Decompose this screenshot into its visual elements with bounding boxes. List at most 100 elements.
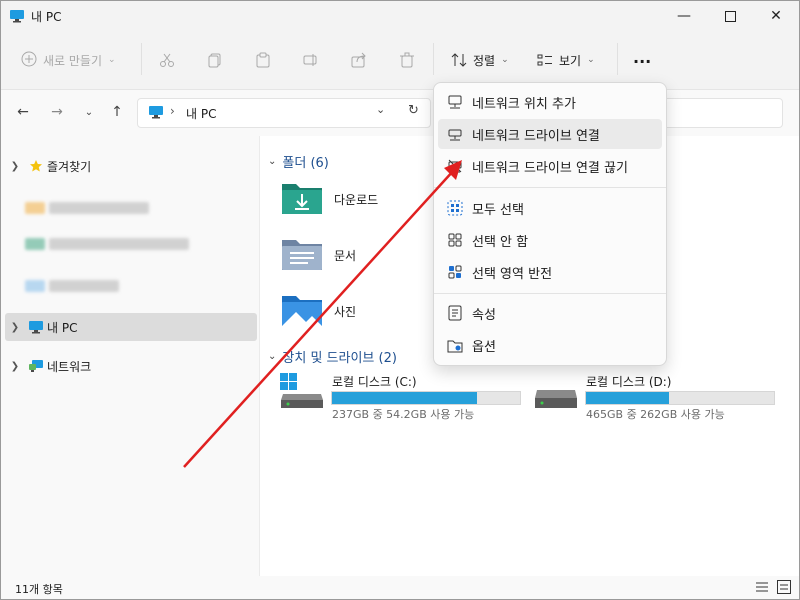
breadcrumb-this-pc[interactable]: 내 PC: [186, 105, 216, 122]
maximize-button[interactable]: [707, 1, 753, 31]
menu-item-add-network-location[interactable]: 네트워크 위치 추가: [438, 87, 662, 117]
new-button[interactable]: 새로 만들기 ⌄: [21, 47, 116, 73]
arrow-up-icon: ↑: [111, 104, 123, 120]
menu-item-label: 옵션: [472, 339, 496, 355]
this-pc-icon: [148, 105, 164, 122]
disconnect-network-drive-icon: [438, 158, 472, 174]
menu-separator: [434, 187, 666, 188]
menu-item-options[interactable]: 옵션: [438, 330, 662, 360]
minimize-button[interactable]: —: [661, 1, 707, 31]
arrow-right-icon: →: [51, 104, 63, 120]
forward-button[interactable]: →: [47, 102, 67, 122]
view-label: 보기: [559, 53, 582, 68]
address-history-chevron-icon[interactable]: ⌄: [376, 103, 385, 116]
more-options-button[interactable]: ...: [633, 44, 651, 70]
close-icon: ✕: [770, 8, 782, 24]
folder-item[interactable]: 다운로드: [280, 177, 440, 221]
command-bar: 새로 만들기 ⌄ 정렬 ⌄ 보기 ⌄ ...: [1, 31, 799, 90]
drive-name: 로컬 디스크 (C:): [332, 375, 417, 389]
trash-icon: [400, 52, 414, 68]
menu-item-label: 선택 안 함: [472, 234, 529, 250]
tiles-view-icon[interactable]: [777, 580, 791, 597]
up-button[interactable]: ↑: [107, 102, 127, 122]
properties-icon: [438, 305, 472, 321]
blurred-icon: [25, 238, 45, 250]
drive-usage-text: 465GB 중 262GB 사용 가능: [586, 408, 725, 421]
menu-item-label: 네트워크 드라이브 연결 끊기: [472, 160, 628, 176]
chevron-down-icon: ⌄: [268, 351, 277, 362]
paste-button[interactable]: [255, 47, 271, 73]
chevron-down-icon: ⌄: [108, 55, 116, 65]
details-view-icon[interactable]: [755, 580, 769, 597]
blurred-text: [49, 202, 149, 214]
network-icon: [25, 359, 47, 373]
folder-item[interactable]: 사진: [280, 289, 440, 333]
chevron-down-icon: ⌄: [587, 55, 595, 65]
close-button[interactable]: ✕: [753, 1, 799, 31]
refresh-icon[interactable]: ↻: [408, 103, 419, 118]
sidebar-item-favorites[interactable]: ❯ 즐겨찾기: [5, 152, 257, 180]
menu-item-label: 모두 선택: [472, 202, 524, 218]
sidebar-item-label: 내 PC: [47, 320, 78, 335]
menu-item-label: 선택 영역 반전: [472, 266, 553, 282]
item-count: 11개 항목: [15, 583, 63, 596]
drive-usage-fill: [332, 392, 477, 404]
drive-usage-text: 237GB 중 54.2GB 사용 가능: [332, 408, 475, 421]
drives-section-header[interactable]: ⌄ 장치 및 드라이브 (2): [268, 347, 397, 366]
sidebar-item-blurred[interactable]: [5, 272, 257, 300]
folder-name: 문서: [334, 248, 357, 263]
chevron-right-icon[interactable]: ❯: [5, 361, 25, 372]
sidebar-item-blurred[interactable]: [5, 194, 257, 222]
drive-item[interactable]: 로컬 디스크 (C:) 237GB 중 54.2GB 사용 가능: [280, 372, 525, 422]
folders-section-header[interactable]: ⌄ 폴더 (6): [268, 152, 329, 171]
chevron-right-icon[interactable]: ❯: [5, 161, 25, 172]
maximize-icon: [724, 10, 736, 22]
chevron-right-icon[interactable]: ❯: [5, 322, 25, 333]
sort-button[interactable]: 정렬 ⌄: [451, 47, 509, 73]
sidebar-item-label: 즐겨찾기: [47, 159, 92, 174]
back-button[interactable]: ←: [13, 102, 33, 122]
rename-button[interactable]: [303, 47, 319, 73]
sidebar-item-label: 네트워크: [47, 359, 92, 374]
menu-item-label: 속성: [472, 307, 496, 323]
cut-button[interactable]: [159, 47, 175, 73]
copy-button[interactable]: [207, 47, 223, 73]
navigation-bar: ← → ⌄ ↑ › 내 PC ⌄ ↻: [1, 90, 799, 136]
menu-item-select-none[interactable]: 선택 안 함: [438, 225, 662, 255]
copy-icon: [208, 53, 221, 68]
chevron-down-icon: ⌄: [501, 55, 509, 65]
address-bar[interactable]: › 내 PC ⌄ ↻: [137, 98, 431, 128]
folder-item[interactable]: 문서: [280, 233, 440, 277]
navigation-pane: ❯ 즐겨찾기 ❯ 내 PC ❯ 네트워크: [1, 136, 260, 576]
folder-name: 사진: [334, 304, 357, 319]
select-all-icon: [438, 200, 472, 216]
arrow-left-icon: ←: [17, 104, 29, 120]
blurred-text: [49, 238, 189, 250]
recent-locations-button[interactable]: ⌄: [79, 102, 99, 122]
view-button[interactable]: 보기 ⌄: [537, 47, 595, 73]
file-explorer-window: 내 PC — ✕ 새로 만들기 ⌄ 정렬 ⌄ 보기 ⌄ ... ← → ⌄ ↑ …: [0, 0, 800, 600]
folder-name: 다운로드: [334, 192, 379, 207]
this-pc-icon: [25, 320, 47, 334]
status-bar: 11개 항목: [1, 576, 799, 599]
delete-button[interactable]: [399, 47, 415, 73]
this-pc-icon: [9, 9, 25, 26]
sidebar-item-network[interactable]: ❯ 네트워크: [5, 352, 257, 380]
drives-header-label: 장치 및 드라이브 (2): [282, 351, 397, 366]
blurred-icon: [25, 202, 45, 214]
menu-item-label: 네트워크 드라이브 연결: [472, 128, 600, 144]
share-button[interactable]: [351, 47, 367, 73]
menu-item-disconnect-network-drive[interactable]: 네트워크 드라이브 연결 끊기: [438, 151, 662, 181]
sort-icon: [451, 53, 467, 67]
menu-item-invert-selection[interactable]: 선택 영역 반전: [438, 257, 662, 287]
share-icon: [351, 52, 366, 68]
menu-item-map-network-drive[interactable]: 네트워크 드라이브 연결: [438, 119, 662, 149]
menu-item-select-all[interactable]: 모두 선택: [438, 193, 662, 223]
drive-item[interactable]: 로컬 디스크 (D:) 465GB 중 262GB 사용 가능: [534, 372, 779, 422]
menu-item-properties[interactable]: 속성: [438, 298, 662, 328]
sidebar-item-blurred[interactable]: [5, 230, 257, 258]
sidebar-item-this-pc[interactable]: ❯ 내 PC: [5, 313, 257, 341]
chevron-down-icon: ⌄: [268, 156, 277, 167]
map-network-drive-icon: [438, 126, 472, 142]
more-options-menu: 네트워크 위치 추가 네트워크 드라이브 연결 네트워크 드라이브 연결 끊기 …: [433, 82, 667, 366]
